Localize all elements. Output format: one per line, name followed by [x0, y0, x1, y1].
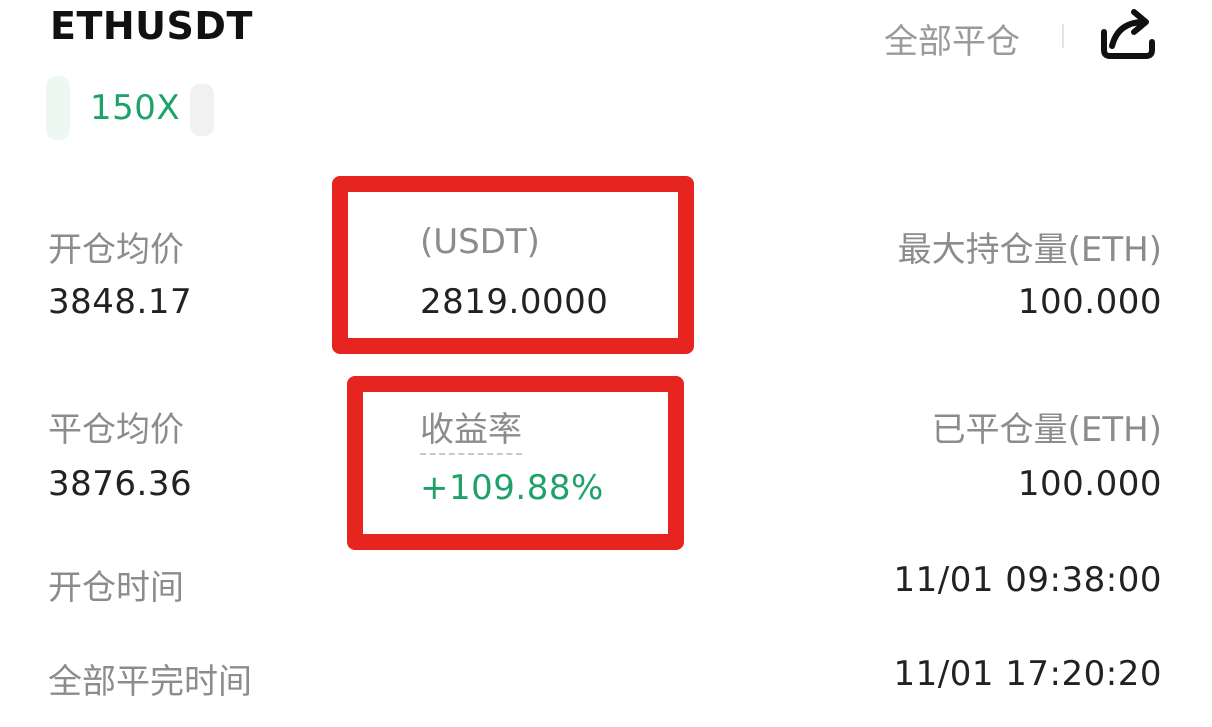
highlight-box-pnl — [332, 176, 694, 354]
closed-qty-value: 100.000 — [1017, 464, 1162, 504]
max-position-value: 100.000 — [1017, 282, 1162, 322]
close-avg-price-label: 平仓均价 — [48, 410, 184, 450]
max-position-label: 最大持仓量(ETH) — [897, 230, 1162, 270]
close-all-button[interactable]: 全部平仓 — [884, 14, 1020, 63]
leverage-badge: 150X — [90, 88, 181, 128]
open-time-label: 开仓时间 — [48, 568, 184, 608]
share-button[interactable] — [1096, 6, 1160, 62]
share-icon — [1101, 9, 1155, 59]
open-avg-price-value: 3848.17 — [48, 282, 193, 322]
symbol-title: ETHUSDT — [50, 4, 253, 48]
open-time-value: 11/01 09:38:00 — [893, 560, 1162, 600]
header-divider — [1062, 24, 1064, 48]
full-close-time-label: 全部平完时间 — [48, 662, 252, 702]
close-avg-price-value: 3876.36 — [48, 464, 193, 504]
leverage-tag-left-pill — [46, 76, 70, 140]
full-close-time-value: 11/01 17:20:20 — [893, 654, 1162, 694]
open-avg-price-label: 开仓均价 — [48, 230, 184, 270]
highlight-box-roi — [347, 376, 684, 550]
leverage-tag-right-pill — [190, 84, 214, 136]
closed-qty-label: 已平仓量(ETH) — [931, 410, 1162, 450]
